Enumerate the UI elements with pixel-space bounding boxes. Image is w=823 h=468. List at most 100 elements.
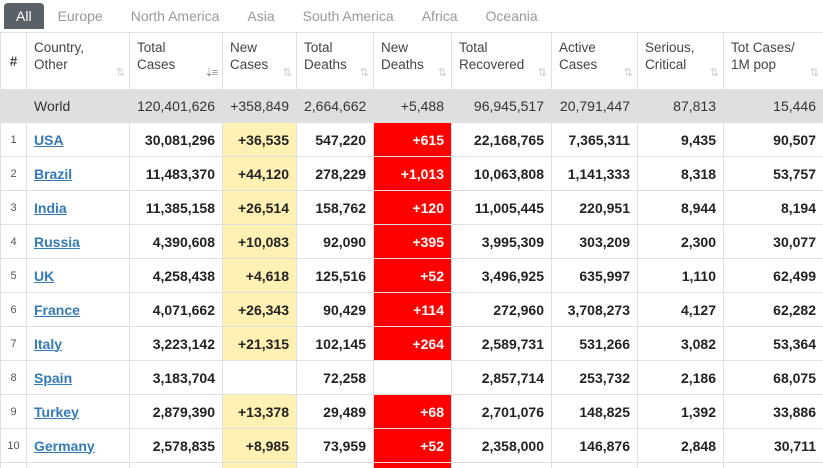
sort-icon: ⇅ bbox=[710, 65, 717, 82]
country-link[interactable]: Russia bbox=[34, 234, 80, 250]
new-cases-cell: +10,083 bbox=[223, 225, 297, 259]
tab-asia[interactable]: Asia bbox=[233, 3, 288, 29]
new-deaths-cell bbox=[374, 463, 452, 468]
sort-icon: ⇅ bbox=[624, 65, 631, 82]
tab-oceania[interactable]: Oceania bbox=[472, 3, 552, 29]
header-text: Cases bbox=[559, 57, 597, 72]
new-deaths-cell: +52 bbox=[374, 259, 452, 293]
cases-per-million-cell: 53,364 bbox=[724, 327, 823, 361]
total-recovered-cell: 22,168,765 bbox=[452, 123, 552, 157]
sort-desc-icon: ⇣≡ bbox=[204, 65, 216, 82]
header-text: Total bbox=[459, 40, 488, 55]
sort-icon: ⇅ bbox=[360, 65, 367, 82]
total-recovered-cell bbox=[452, 463, 552, 468]
col-header-country[interactable]: Country,Other⇅ bbox=[27, 33, 130, 90]
country-link[interactable]: UK bbox=[34, 268, 54, 284]
col-header-serious-critical[interactable]: Serious,Critical⇅ bbox=[638, 33, 724, 90]
header-text: New bbox=[381, 40, 408, 55]
total-recovered-cell: 96,945,517 bbox=[452, 90, 552, 123]
table-row: 1USA30,081,296+36,535547,220+61522,168,7… bbox=[1, 123, 823, 157]
active-cases-cell: 220,951 bbox=[552, 191, 638, 225]
col-header-rank[interactable]: # bbox=[1, 33, 27, 90]
total-cases-cell: 3,183,704 bbox=[130, 361, 223, 395]
country-link[interactable]: Germany bbox=[34, 438, 95, 454]
col-header-total-recovered[interactable]: TotalRecovered⇅ bbox=[452, 33, 552, 90]
col-header-cases-per-million[interactable]: Tot Cases/1M pop⇅ bbox=[724, 33, 823, 90]
header-text: Other bbox=[34, 57, 68, 72]
world-total-row: World 120,401,626 +358,849 2,664,662 +5,… bbox=[1, 90, 823, 123]
tab-africa[interactable]: Africa bbox=[408, 3, 472, 29]
tab-europe[interactable]: Europe bbox=[44, 3, 117, 29]
header-text: Tot Cases/ bbox=[731, 40, 795, 55]
serious-critical-cell: 9,435 bbox=[638, 123, 724, 157]
tab-north-america[interactable]: North America bbox=[117, 3, 234, 29]
total-cases-cell: 2,578,835 bbox=[130, 429, 223, 463]
rank-cell: 2 bbox=[1, 157, 27, 191]
sort-icon: ⇅ bbox=[538, 65, 545, 82]
total-recovered-cell: 2,358,000 bbox=[452, 429, 552, 463]
header-text: Country, bbox=[34, 40, 84, 55]
covid-table: # Country,Other⇅ TotalCases⇣≡ NewCases⇅ … bbox=[0, 32, 823, 468]
country-link[interactable]: Turkey bbox=[34, 404, 79, 420]
country-link[interactable]: Brazil bbox=[34, 166, 72, 182]
col-header-new-cases[interactable]: NewCases⇅ bbox=[223, 33, 297, 90]
country-cell: France bbox=[27, 293, 130, 327]
tab-all[interactable]: All bbox=[4, 3, 44, 29]
new-deaths-cell: +120 bbox=[374, 191, 452, 225]
cases-per-million-cell: 15,446 bbox=[724, 90, 823, 123]
serious-critical-cell: 2,300 bbox=[638, 225, 724, 259]
serious-critical-cell: 8,944 bbox=[638, 191, 724, 225]
header-text: Cases bbox=[230, 57, 268, 72]
table-row: 10Germany2,578,835+8,98573,959+522,358,0… bbox=[1, 429, 823, 463]
total-deaths-cell: 547,220 bbox=[297, 123, 374, 157]
total-deaths-cell: 125,516 bbox=[297, 259, 374, 293]
country-link[interactable]: USA bbox=[34, 132, 64, 148]
rank-cell: 1 bbox=[1, 123, 27, 157]
col-header-new-deaths[interactable]: NewDeaths⇅ bbox=[374, 33, 452, 90]
total-deaths-cell: 29,489 bbox=[297, 395, 374, 429]
new-deaths-cell: +5,488 bbox=[374, 90, 452, 123]
total-deaths-cell: 90,429 bbox=[297, 293, 374, 327]
country-link[interactable]: France bbox=[34, 302, 80, 318]
country-cell: USA bbox=[27, 123, 130, 157]
tab-south-america[interactable]: South America bbox=[289, 3, 408, 29]
active-cases-cell bbox=[552, 463, 638, 468]
country-cell: Italy bbox=[27, 327, 130, 361]
cases-per-million-cell: 90,507 bbox=[724, 123, 823, 157]
new-cases-cell bbox=[223, 463, 297, 468]
serious-critical-cell bbox=[638, 463, 724, 468]
serious-critical-cell: 4,127 bbox=[638, 293, 724, 327]
total-cases-cell: 2,879,390 bbox=[130, 395, 223, 429]
new-cases-cell: +26,514 bbox=[223, 191, 297, 225]
col-header-total-cases[interactable]: TotalCases⇣≡ bbox=[130, 33, 223, 90]
header-text: Critical bbox=[645, 57, 686, 72]
col-header-total-deaths[interactable]: TotalDeaths⇅ bbox=[297, 33, 374, 90]
serious-critical-cell: 1,110 bbox=[638, 259, 724, 293]
country-link[interactable]: India bbox=[34, 200, 67, 216]
total-cases-cell bbox=[130, 463, 223, 468]
cases-per-million-cell: 33,886 bbox=[724, 395, 823, 429]
cases-per-million-cell: 62,282 bbox=[724, 293, 823, 327]
header-text: Active bbox=[559, 40, 596, 55]
cases-per-million-cell: 30,711 bbox=[724, 429, 823, 463]
rank-cell bbox=[1, 463, 27, 468]
cases-per-million-cell: 30,077 bbox=[724, 225, 823, 259]
header-text: Cases bbox=[137, 57, 175, 72]
header-text: Deaths bbox=[304, 57, 347, 72]
table-row: 8Spain3,183,70472,2582,857,714253,7322,1… bbox=[1, 361, 823, 395]
total-deaths-cell: 278,229 bbox=[297, 157, 374, 191]
table-row bbox=[1, 463, 823, 468]
country-cell: Russia bbox=[27, 225, 130, 259]
total-recovered-cell: 10,063,808 bbox=[452, 157, 552, 191]
table-row: 4Russia4,390,608+10,08392,090+3953,995,3… bbox=[1, 225, 823, 259]
cases-per-million-cell: 8,194 bbox=[724, 191, 823, 225]
rank-cell: 5 bbox=[1, 259, 27, 293]
country-link[interactable]: Italy bbox=[34, 336, 62, 352]
rank-cell bbox=[1, 90, 27, 123]
new-cases-cell: +13,378 bbox=[223, 395, 297, 429]
sort-icon: ⇅ bbox=[810, 65, 817, 82]
new-deaths-cell: +264 bbox=[374, 327, 452, 361]
country-link[interactable]: Spain bbox=[34, 370, 72, 386]
table-header-row: # Country,Other⇅ TotalCases⇣≡ NewCases⇅ … bbox=[1, 33, 823, 90]
col-header-active-cases[interactable]: Active Cases ⇅ bbox=[552, 33, 638, 90]
